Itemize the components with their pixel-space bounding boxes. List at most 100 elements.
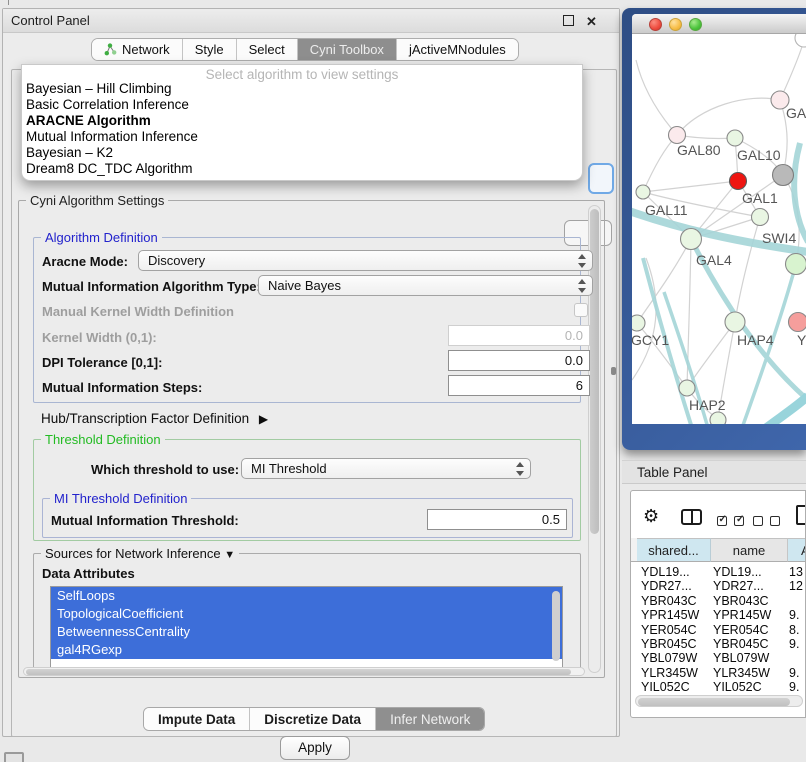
list-item[interactable]: SelfLoops [51,587,562,605]
tab-infer-network-label: Infer Network [390,712,470,727]
mi-type-value: Naive Bayes [268,278,341,293]
table-panel-title: Table Panel [637,465,708,480]
gear-icon[interactable]: ⚙ [643,506,659,527]
table-row[interactable]: YER054C YER054C 8. [637,623,805,637]
table-row[interactable]: YBL079W YBL079W [637,651,805,665]
show-all-columns-icon[interactable] [717,513,744,531]
table-hscrollbar-thumb[interactable] [638,698,790,706]
tab-style[interactable]: Style [183,39,237,60]
mi-type-select[interactable]: Naive Bayes [258,275,593,296]
list-item[interactable]: BetweennessCentrality [51,623,562,641]
network-window-titlebar [632,14,806,34]
splitpane-grip[interactable] [611,367,616,375]
collapse-down-icon[interactable]: ▼ [224,549,235,561]
dropdown-item[interactable]: Bayesian – Hill Climbing [26,81,172,97]
cell: 9. [789,637,805,651]
chevron-updown-icon [578,279,587,293]
tab-cyni-toolbox[interactable]: Cyni Toolbox [298,39,397,60]
dropdown-item[interactable]: Mutual Information Inference [26,129,198,145]
hide-all-columns-icon[interactable] [753,513,780,531]
combo-stepper-fragment[interactable] [588,163,614,194]
column-header-shared-name[interactable]: shared... [637,538,711,562]
mi-threshold-field[interactable]: 0.5 [427,509,567,530]
dropdown-item[interactable]: Basic Correlation Inference [26,97,189,113]
tab-select[interactable]: Select [237,39,298,60]
list-vscrollbar-thumb[interactable] [552,591,560,661]
cell: YBR045C [641,637,709,651]
node-label: Y [797,332,806,348]
aracne-mode-select[interactable]: Discovery [138,250,593,271]
tab-network[interactable]: Network [92,39,183,60]
table-panel-titlebar: Table Panel [622,460,806,484]
tab-impute-data[interactable]: Impute Data [144,708,250,730]
algorithm-definition-group: Algorithm Definition Aracne Mode: Discov… [33,237,581,403]
table-row[interactable]: YBR043C YBR043C [637,594,805,608]
export-table-icon[interactable] [796,505,806,525]
tab-network-label: Network [122,42,170,57]
split-columns-icon[interactable] [681,509,702,525]
node-label: GAL4 [696,252,732,268]
float-window-icon[interactable] [563,15,574,26]
node-label: SWI4 [762,230,796,246]
column-header-name[interactable]: name [711,538,788,562]
minimize-traffic-light[interactable] [669,18,682,31]
dropdown-item[interactable]: Bayesian – K2 [26,145,113,161]
sources-title-text: Sources for Network Inference [45,546,221,561]
aracne-mode-value: Discovery [148,253,205,268]
data-attributes-list[interactable]: SelfLoops TopologicalCoefficient Between… [50,586,563,668]
mi-threshold-group: MI Threshold Definition Mutual Informati… [42,498,573,538]
kernel-width-field[interactable]: 0.0 [448,325,590,346]
table-row[interactable]: YBR045C YBR045C 9. [637,637,805,651]
dropdown-item[interactable]: Dream8 DC_TDC Algorithm [26,161,193,177]
which-threshold-select[interactable]: MI Threshold [241,458,531,479]
zoom-traffic-light[interactable] [689,18,702,31]
collapse-right-icon[interactable]: ▶ [259,412,268,426]
cell: 9. [789,666,805,680]
cyni-algorithm-settings-group: Cyni Algorithm Settings Algorithm Defini… [18,200,605,678]
cell: 8. [789,623,805,637]
chevron-updown-icon [516,462,525,476]
cell: YDR27... [641,579,709,593]
list-item[interactable]: TopologicalCoefficient [51,605,562,623]
table-row[interactable]: YPR145W YPR145W 9. [637,608,805,622]
tab-discretize-data[interactable]: Discretize Data [250,708,376,730]
chevron-updown-icon [578,254,587,268]
dropdown-item-selected[interactable]: ARACNE Algorithm [26,113,151,129]
network-nodes[interactable] [632,34,806,424]
close-icon[interactable]: ✕ [586,14,597,30]
tab-jactivemnodules[interactable]: jActiveMNodules [397,39,518,60]
close-traffic-light[interactable] [649,18,662,31]
table-row[interactable]: YIL052C YIL052C 9. [637,680,805,690]
apply-button[interactable]: Apply [280,736,350,760]
network-icon [104,43,117,56]
node-label: GAL11 [645,202,688,218]
table-row[interactable]: YDL19... YDL19... 13 [637,565,805,579]
table-row[interactable]: YDR27... YDR27... 12 [637,579,805,593]
cell: YIL052C [713,680,786,694]
threshold-definition-group: Threshold Definition Which threshold to … [33,439,581,541]
cell: YIL052C [641,680,709,694]
mi-steps-field[interactable]: 6 [448,375,590,396]
collapsed-panel-button[interactable] [4,752,24,762]
tab-infer-network[interactable]: Infer Network [376,708,484,730]
column-header-partial[interactable]: A [788,538,806,562]
kernel-width-label: Kernel Width (0,1): [42,330,157,345]
cell: 9. [789,608,805,622]
dpi-tolerance-field[interactable]: 0.0 [448,350,590,371]
network-canvas[interactable] [632,34,806,424]
tab-jactivemnodules-label: jActiveMNodules [409,42,506,57]
table-row[interactable]: YLR345W YLR345W 9. [637,666,805,680]
list-item[interactable]: gal4RGexp [51,641,562,659]
settings-hscrollbar-thumb[interactable] [26,669,571,675]
top-left-tick [8,0,9,5]
hub-definition-label[interactable]: Hub/Transcription Factor Definition ▶ [41,411,268,426]
sources-group-title[interactable]: Sources for Network Inference ▼ [41,546,239,561]
checked-box-icon [717,516,727,526]
which-threshold-value: MI Threshold [251,461,327,476]
settings-hscrollbar[interactable] [23,667,585,676]
unchecked-box-icon [753,516,763,526]
table-hscrollbar[interactable] [635,695,803,707]
table-panel: ⚙ shared... name A YDL19... YDL19... 13 … [630,490,806,718]
mi-steps-label: Mutual Information Steps: [42,380,202,395]
manual-kernel-checkbox[interactable] [574,303,588,317]
